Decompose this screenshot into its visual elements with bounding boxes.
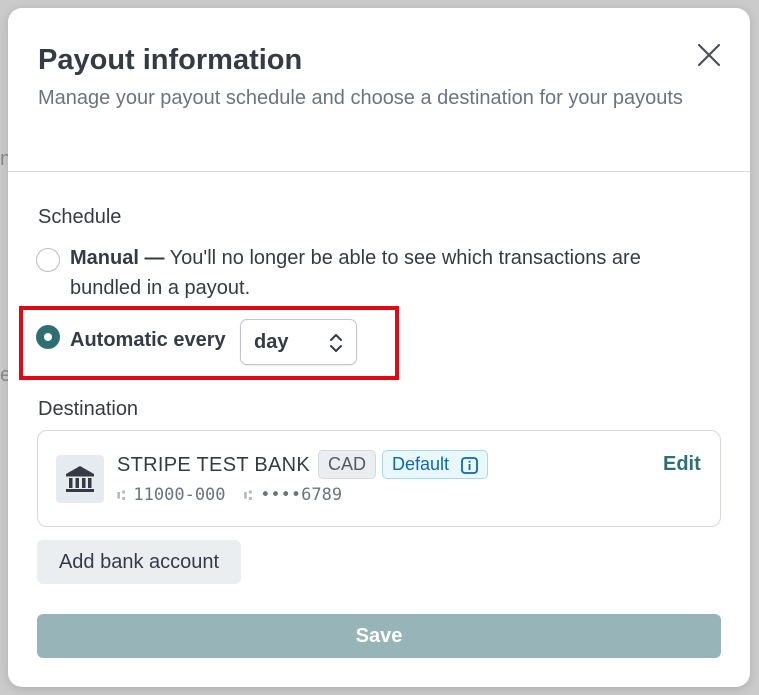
bank-icon-graphic bbox=[66, 466, 94, 492]
bank-name: STRIPE TEST BANK bbox=[117, 454, 311, 476]
dialog-header: Payout information Manage your payout sc… bbox=[8, 8, 750, 172]
default-badge-label: Default bbox=[392, 454, 450, 474]
info-icon[interactable] bbox=[461, 457, 478, 474]
destination-label: Destination bbox=[38, 398, 139, 420]
account-number-icon: ⑆ bbox=[243, 488, 253, 504]
default-badge: Default bbox=[382, 450, 488, 479]
account-number: ••••6789 bbox=[260, 485, 343, 505]
add-bank-account-button[interactable]: Add bank account bbox=[37, 540, 241, 584]
close-icon bbox=[697, 43, 721, 67]
manual-option-label[interactable]: Manual — You'll no longer be able to see… bbox=[70, 243, 710, 303]
highlight-annotation-box bbox=[19, 306, 399, 380]
routing-icon: ⑆ bbox=[117, 488, 126, 504]
currency-badge: CAD bbox=[318, 450, 376, 479]
bank-icon bbox=[56, 455, 104, 503]
account-details: ⑆ 11000-000 ⑆ ••••6789 bbox=[117, 485, 342, 505]
close-button[interactable] bbox=[692, 38, 726, 72]
manual-option-title: Manual — bbox=[70, 247, 165, 269]
manual-radio[interactable] bbox=[36, 248, 60, 272]
schedule-label: Schedule bbox=[38, 206, 122, 228]
dialog-title: Payout information bbox=[38, 44, 303, 76]
routing-number: 11000-000 bbox=[133, 485, 226, 505]
dialog-subtitle: Manage your payout schedule and choose a… bbox=[38, 87, 683, 109]
save-button[interactable]: Save bbox=[37, 614, 721, 658]
edit-bank-button[interactable]: Edit bbox=[663, 453, 701, 476]
payout-information-dialog: Payout information Manage your payout sc… bbox=[8, 8, 750, 687]
bank-account-card: STRIPE TEST BANK CAD Default ⑆ 11000-000 … bbox=[37, 430, 721, 527]
